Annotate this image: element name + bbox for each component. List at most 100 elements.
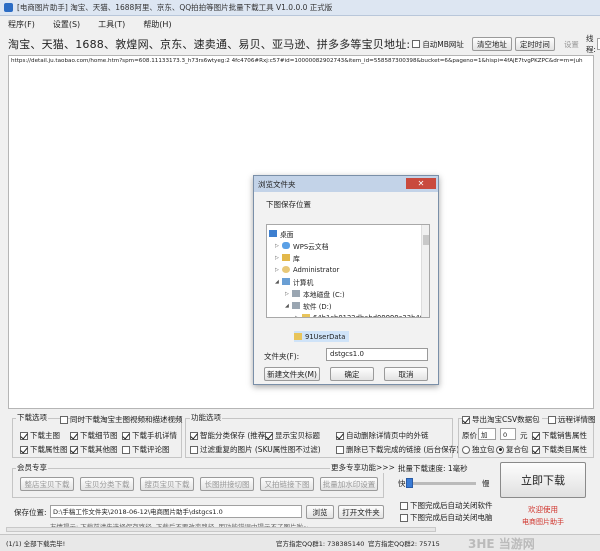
start-download-button[interactable]: 立即下载	[500, 462, 586, 498]
expand-icon: ▷	[275, 254, 279, 261]
thread-label: 线程:	[585, 34, 596, 54]
schedule-button[interactable]: 定时时间	[514, 37, 555, 51]
clear-urls-button[interactable]: 清空地址	[471, 37, 512, 51]
qq-group-2: 官方指定QQ群2: 75715	[368, 540, 440, 548]
mobile-detail-checkbox[interactable]: 下载手机详情	[122, 430, 177, 441]
settings-button[interactable]: 设置	[559, 37, 584, 51]
brand-text: 电商图片助手	[522, 518, 564, 526]
price-label: 原价	[462, 431, 477, 440]
category-download-button[interactable]: 宝贝分类下载	[80, 477, 134, 491]
tree-item-drive-c[interactable]: ▷ 本地磁盘 (C:)	[285, 288, 345, 299]
open-folder-button[interactable]: 打开文件夹	[338, 505, 384, 519]
tree-item-wps[interactable]: ▷ WPS云文档	[275, 240, 329, 251]
drive-icon	[292, 302, 300, 309]
browse-folder-dialog: 浏览文件夹 ✕ 下图保存位置 桌面 ▷ WPS云文档 ▷ 库 ▷ Administra…	[253, 175, 439, 385]
speed-label: 批量下载速度: 1毫秒	[398, 464, 468, 473]
auto-match-checkbox[interactable]: 自动MB网址	[412, 39, 464, 50]
folder-icon	[302, 314, 310, 317]
delete-done-links-checkbox[interactable]: 删除已下载完成的链接 (后台保存)	[336, 444, 459, 455]
new-folder-button[interactable]: 新建文件夹(M)	[264, 367, 320, 381]
collapse-icon: ◢	[275, 278, 279, 285]
menu-settings[interactable]: 设置(S)	[53, 19, 80, 30]
menu-bar: 程序(F) 设置(S) 工具(T) 帮助(H)	[0, 17, 600, 31]
watermark-settings-button[interactable]: 批量加水印设置	[320, 477, 378, 491]
auto-shutdown-checkbox[interactable]: 下图完成后自动关闭电脑	[400, 512, 493, 523]
drive-icon	[292, 290, 300, 297]
browse-button[interactable]: 浏览	[306, 505, 334, 519]
other-image-checkbox[interactable]: 下载其他图	[70, 444, 118, 455]
whole-shop-download-button[interactable]: 整店宝贝下载	[20, 477, 74, 491]
tree-item-drive-d[interactable]: ◢ 软件 (D:)	[285, 300, 332, 311]
auto-remove-links-checkbox[interactable]: 自动删除详情页中的外链	[336, 430, 429, 441]
menu-tools[interactable]: 工具(T)	[98, 19, 125, 30]
url-row: 淘宝、天猫、1688、敦煌网、京东、速卖通、易贝、亚马逊、拼多多等宝贝地址: 自…	[8, 34, 600, 54]
filter-duplicates-checkbox[interactable]: 过滤重复的图片 (SKU属性图不过滤)	[190, 444, 321, 455]
dialog-cancel-button[interactable]: 取消	[384, 367, 428, 381]
tree-item-desktop[interactable]: 桌面	[269, 228, 294, 239]
expand-icon: ▷	[295, 314, 299, 318]
smart-save-checkbox[interactable]: 智能分类保存 (推荐)	[190, 430, 268, 441]
comment-image-checkbox[interactable]: 下载评论图	[122, 444, 170, 455]
merged-radio[interactable]: 复合包	[496, 444, 529, 455]
search-page-download-button[interactable]: 搜页宝贝下载	[140, 477, 194, 491]
scrollbar-thumb[interactable]	[423, 235, 429, 245]
function-options-title: 功能选项	[190, 412, 222, 423]
vip-title: 会员专享	[16, 462, 48, 473]
speed-slider[interactable]	[406, 478, 476, 488]
app-icon	[4, 3, 13, 12]
remote-detail-checkbox[interactable]: 远程详情图	[548, 414, 596, 425]
window-title: [电商图片助手] 淘宝、天猫、1688阿里、京东、QQ拍拍等图片批量下载工具 V…	[17, 3, 333, 12]
expand-icon: ▷	[275, 266, 279, 273]
price-value-input[interactable]: 0	[500, 428, 516, 440]
auto-close-checkbox[interactable]: 下图完成后自动关闭软件	[400, 500, 493, 511]
folder-name-input[interactable]: dstgcs1.0	[326, 348, 428, 361]
menu-help[interactable]: 帮助(H)	[143, 19, 171, 30]
tree-item-administrator[interactable]: ▷ Administrator	[275, 264, 339, 275]
export-csv-checkbox[interactable]: 导出淘宝CSV数据包	[462, 414, 542, 425]
also-video-checkbox[interactable]: 同时下载淘宝主图视频和描述视频	[60, 414, 183, 425]
status-text: (1/1) 全部下载完毕!	[6, 540, 66, 548]
user-icon	[282, 266, 290, 273]
dialog-title-bar: 浏览文件夹 ✕	[254, 176, 438, 192]
dialog-buttons: 新建文件夹(M) 确定 取消	[264, 367, 428, 381]
cloud-icon	[282, 242, 290, 249]
class-attr-checkbox[interactable]: 下载类目属性	[532, 444, 587, 455]
sales-attr-checkbox[interactable]: 下载销售属性	[532, 430, 587, 441]
tree-item-computer[interactable]: ◢ 计算机	[275, 276, 313, 287]
upyun-link-button[interactable]: 又拍链接下图	[260, 477, 314, 491]
dialog-ok-button[interactable]: 确定	[330, 367, 374, 381]
long-image-button[interactable]: 长图拼接切图	[200, 477, 254, 491]
speed-slow-label: 慢	[482, 479, 490, 488]
tree-item-library[interactable]: ▷ 库	[275, 252, 300, 263]
speed-fast-label: 快	[398, 479, 406, 488]
expand-icon: ▷	[285, 290, 289, 297]
detail-image-checkbox[interactable]: 下载细节图	[70, 430, 118, 441]
dialog-prompt: 下图保存位置	[266, 200, 311, 209]
qq-group-1: 官方指定QQ群1: 738385140	[276, 540, 365, 548]
watermark-logo: 3HE 当游网	[468, 536, 535, 551]
attr-image-checkbox[interactable]: 下载属性图	[20, 444, 68, 455]
tree-item-91userdata[interactable]: 91UserData	[294, 331, 350, 342]
show-title-checkbox[interactable]: 显示宝贝标题	[265, 430, 320, 441]
main-image-checkbox[interactable]: 下载主图	[20, 430, 60, 441]
url-label: 淘宝、天猫、1688、敦煌网、京东、速卖通、易贝、亚马逊、拼多多等宝贝地址:	[8, 38, 411, 51]
save-path-input[interactable]: D:\手稿工作文件夹\2018-06-12\电商图片助手\dstgcs1.0	[50, 505, 302, 518]
folder-tree[interactable]: 桌面 ▷ WPS云文档 ▷ 库 ▷ Administrator ◢ 计算机 ▷ 本地磁盘 …	[266, 224, 430, 318]
tree-scrollbar[interactable]	[421, 225, 429, 317]
folder-icon	[294, 333, 302, 340]
title-bar: [电商图片助手] 淘宝、天猫、1688阿里、京东、QQ拍拍等图片批量下载工具 V…	[0, 0, 600, 16]
menu-program[interactable]: 程序(F)	[8, 19, 35, 30]
save-path-label: 保存位置:	[14, 508, 47, 517]
collapse-icon: ◢	[285, 302, 289, 309]
dialog-close-icon[interactable]: ✕	[406, 178, 436, 189]
expand-icon: ▷	[275, 242, 279, 249]
desktop-icon	[269, 230, 277, 237]
speed-slider-knob[interactable]	[406, 478, 413, 488]
welcome-text: 欢迎使用	[528, 505, 558, 514]
price-operator-select[interactable]: 加	[478, 428, 496, 440]
standalone-radio[interactable]: 独立包	[462, 444, 495, 455]
price-unit: 元	[520, 431, 528, 440]
vip-more-link[interactable]: 更多专享功能>>>	[330, 462, 396, 473]
tree-item-folder-hash[interactable]: ▷ 64b1cb0122dbabd09999c33b40	[295, 312, 424, 318]
auto-match-label: 自动MB网址	[422, 39, 464, 49]
